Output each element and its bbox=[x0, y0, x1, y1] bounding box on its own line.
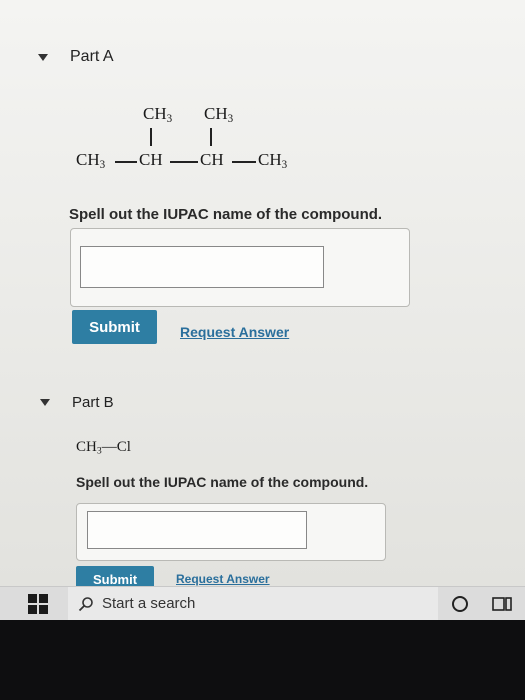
search-icon bbox=[78, 597, 93, 612]
formula-main-1-subscript: 3 bbox=[99, 158, 106, 171]
part-b-answer-area bbox=[76, 503, 386, 561]
formula-branch-2-subscript: 3 bbox=[227, 112, 234, 125]
windows-logo-icon[interactable] bbox=[28, 594, 48, 614]
part-b-header[interactable]: Part B bbox=[40, 394, 114, 411]
search-placeholder-text: Start a search bbox=[102, 595, 196, 612]
formula-main-2: CH bbox=[139, 150, 163, 169]
formula-main-4-subscript: 3 bbox=[281, 158, 288, 171]
formula-branch-1-subscript: 3 bbox=[166, 112, 173, 125]
formula-main-3: CH bbox=[200, 150, 224, 169]
part-b-prompt: Spell out the IUPAC name of the compound… bbox=[76, 474, 369, 490]
part-b-request-answer-link[interactable]: Request Answer bbox=[176, 572, 270, 586]
part-a-submit-button[interactable]: Submit bbox=[72, 310, 157, 344]
bond-horizontal-3 bbox=[232, 161, 256, 163]
part-b-formula-bond: — bbox=[101, 439, 117, 455]
part-a-answer-area bbox=[70, 228, 410, 307]
task-view-icon[interactable] bbox=[492, 595, 512, 613]
part-b-title: Part B bbox=[72, 394, 114, 411]
formula-main-1: CH bbox=[76, 150, 100, 169]
part-a-answer-input[interactable] bbox=[80, 246, 324, 288]
monitor-bezel bbox=[0, 620, 525, 700]
windows-taskbar: Start a search bbox=[0, 586, 525, 621]
bond-horizontal-2 bbox=[170, 161, 198, 163]
part-b-formula: CH3—Cl bbox=[76, 439, 131, 456]
formula-branch-2: CH bbox=[204, 104, 228, 123]
bond-vertical-1 bbox=[150, 128, 152, 146]
part-a-prompt: Spell out the IUPAC name of the compound… bbox=[69, 206, 383, 223]
cortana-icon[interactable] bbox=[452, 596, 468, 612]
bond-vertical-2 bbox=[210, 128, 212, 146]
caret-down-icon[interactable] bbox=[40, 399, 50, 406]
part-b-answer-input[interactable] bbox=[87, 511, 307, 549]
part-a-request-answer-link[interactable]: Request Answer bbox=[180, 324, 289, 340]
part-b-formula-group-1: CH bbox=[76, 439, 97, 455]
bond-horizontal-1 bbox=[115, 161, 137, 163]
part-b-formula-group-2: Cl bbox=[116, 439, 131, 455]
formula-branch-1: CH bbox=[143, 104, 167, 123]
formula-main-4: CH bbox=[258, 150, 282, 169]
question-page: Part A CH3 CH3 CH3 CH CH CH3 Spell out t… bbox=[0, 0, 525, 590]
taskbar-search-box[interactable]: Start a search bbox=[68, 587, 438, 621]
part-a-structural-formula: CH3 CH3 CH3 CH CH CH3 bbox=[0, 0, 525, 200]
